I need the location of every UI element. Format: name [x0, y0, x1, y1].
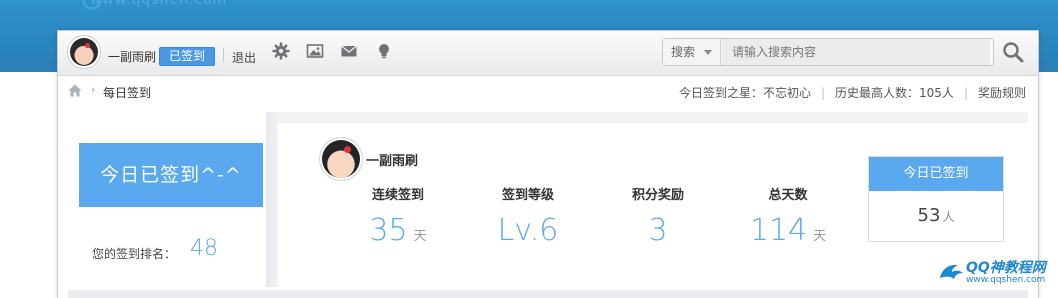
record-value: 105人 — [919, 86, 954, 100]
user-toolbar: 一副雨刷 已签到 退出 搜索 请输入搜索内容 — [58, 31, 1038, 76]
site-url: www.qqshen.com — [90, 0, 228, 8]
rank-label: 您的签到排名： — [92, 247, 177, 261]
breadcrumb: › 每日签到 今日签到之星：不忘初心 | 历史最高人数：105人 | 奖励规则 — [58, 76, 1038, 106]
logout-link[interactable]: 退出 — [232, 49, 256, 66]
stat-label: 总天数 — [768, 188, 808, 203]
stat-value: 35 — [369, 213, 408, 248]
stat-value: 3 — [648, 213, 668, 248]
rank-value: 48 — [190, 236, 218, 261]
sign-page: 一副雨刷 已签到 退出 搜索 请输入搜索内容 › 每日签到 今日签到之星：不忘初… — [57, 30, 1039, 298]
avatar[interactable] — [322, 140, 360, 178]
signed-badge[interactable]: 已签到 — [159, 47, 215, 66]
home-icon[interactable] — [68, 84, 82, 97]
record-label: 历史最高人数： — [835, 86, 920, 100]
stat-value: 114 — [749, 213, 808, 248]
sign-in-button[interactable]: 今日已签到^-^ — [79, 143, 263, 207]
mail-icon[interactable] — [340, 42, 358, 60]
search-icon[interactable] — [1002, 41, 1024, 63]
breadcrumb-current[interactable]: 每日签到 — [103, 84, 151, 101]
rules-link[interactable]: 奖励规则 — [978, 86, 1026, 100]
chevron-right-icon: › — [91, 83, 96, 96]
search-box: 搜索 — [662, 38, 994, 66]
dragon-logo-icon — [940, 264, 963, 279]
user-name[interactable]: 一副雨刷 — [366, 150, 418, 169]
stat-label: 签到等级 — [501, 188, 554, 203]
watermark-title: QQ神教程网 — [966, 260, 1046, 276]
stat-streak: 连续签到 35 天 — [338, 184, 458, 253]
watermark-url: www.qqshen.com — [966, 275, 1046, 285]
chevron-down-icon — [704, 50, 712, 55]
panel-fold — [266, 112, 278, 287]
stat-value: Lv.6 — [497, 213, 559, 248]
image-icon[interactable] — [306, 42, 324, 60]
star-label: 今日签到之星： — [678, 86, 763, 100]
star-name-link[interactable]: 不忘初心 — [763, 86, 811, 100]
watermark: QQ神教程网 www.qqshen.com — [936, 254, 1058, 297]
stat-label: 连续签到 — [371, 188, 424, 203]
search-input[interactable] — [722, 39, 990, 65]
stat-level: 签到等级 Lv.6 — [468, 184, 588, 247]
sign-stats-summary: 今日签到之星：不忘初心 | 历史最高人数：105人 | 奖励规则 — [679, 84, 1026, 101]
sign-stats-panel: 一副雨刷 连续签到 35 天 签到等级 Lv.6 积分奖励 3 总天数 114 天 … — [278, 123, 1028, 287]
sign-left-column: 今日已签到^-^ 您的签到排名： 48 — [68, 112, 266, 287]
stat-points: 积分奖励 3 — [598, 184, 718, 247]
divider: | — [963, 86, 968, 100]
stat-total-days: 总天数 114 天 — [728, 184, 848, 253]
stat-label: 积分奖励 — [631, 188, 684, 203]
search-type-label: 搜索 — [671, 45, 696, 59]
sign-panel: 今日已签到^-^ 您的签到排名： 48 一副雨刷 连续签到 35 天 签到等级 L… — [68, 112, 1028, 287]
today-count-card: 今日已签到 53 人 — [868, 156, 1004, 242]
divider: | — [820, 86, 826, 100]
today-count-unit: 人 — [942, 210, 955, 224]
avatar[interactable] — [70, 38, 98, 66]
username-link[interactable]: 一副雨刷 — [108, 48, 156, 65]
stat-unit: 天 — [813, 229, 827, 244]
gear-icon[interactable] — [272, 42, 290, 60]
today-card-title: 今日已签到 — [869, 157, 1003, 191]
stat-unit: 天 — [413, 229, 427, 244]
today-count: 53 — [917, 205, 941, 226]
lightbulb-icon[interactable] — [375, 42, 393, 60]
search-type-dropdown[interactable]: 搜索 — [663, 39, 721, 65]
divider — [223, 48, 224, 62]
